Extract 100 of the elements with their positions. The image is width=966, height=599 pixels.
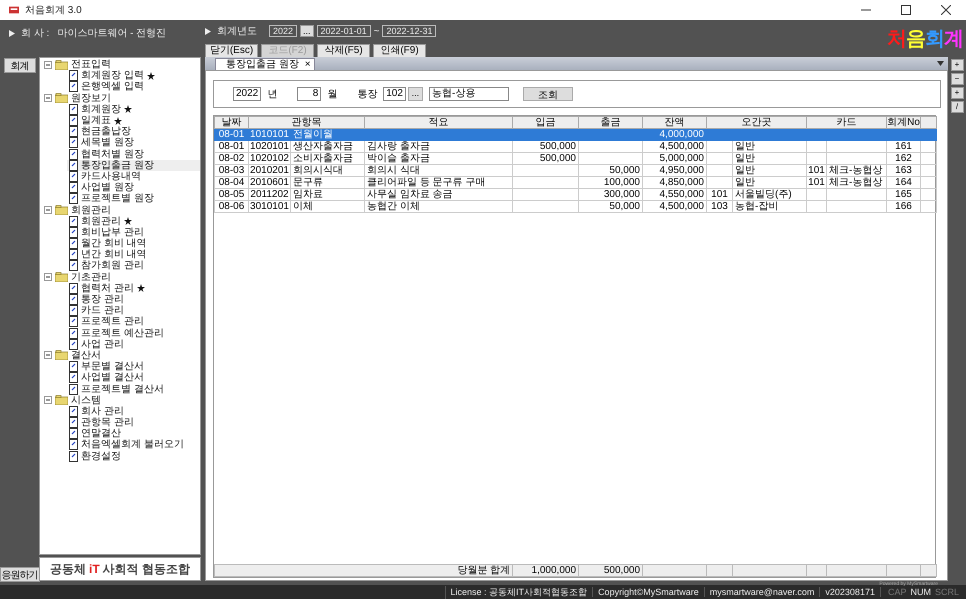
tree-item[interactable]: 회비납부 관리	[67, 226, 200, 238]
account-name-field[interactable]: 농협-상용	[428, 87, 509, 101]
document-icon	[69, 193, 78, 204]
table-cell: 162	[886, 152, 920, 164]
side-tool-button[interactable]: −	[950, 73, 964, 85]
column-header[interactable]: 회계No	[886, 116, 920, 128]
collapse-icon[interactable]	[44, 396, 52, 404]
collapse-icon[interactable]	[44, 351, 52, 360]
month-field[interactable]: 8	[297, 87, 322, 101]
star-icon	[124, 217, 132, 226]
collapse-icon[interactable]	[44, 60, 52, 69]
table-cell: 161	[886, 140, 920, 152]
range-separator: ~	[374, 26, 380, 36]
document-icon	[69, 260, 78, 272]
table-cell: 4,850,000	[642, 176, 706, 188]
column-header[interactable]: 적요	[364, 116, 512, 128]
date-field[interactable]: 2022-01-01	[316, 25, 371, 37]
column-header[interactable]: 잔액	[642, 116, 706, 128]
tree-item[interactable]: 일계표	[67, 114, 200, 126]
year-field[interactable]: 2022	[269, 25, 298, 37]
tree-category[interactable]: 시스템	[71, 394, 101, 406]
tree-item[interactable]: 월간 회비 내역	[67, 238, 200, 250]
tree-item[interactable]: 현금출납장	[67, 126, 200, 138]
tree-item[interactable]: 통장 관리	[67, 294, 200, 306]
column-header[interactable]: 출금	[578, 116, 642, 128]
tab-close-button[interactable]: ×	[304, 60, 311, 70]
year-field[interactable]: 2022	[233, 87, 262, 101]
column-header[interactable]: 날짜	[214, 116, 248, 128]
document-icon	[69, 428, 78, 440]
tree-item[interactable]: 사업별 원장	[67, 182, 200, 194]
document-tab[interactable]: 통장입출금 원장 ×	[215, 58, 315, 70]
tree-item[interactable]: 회사 관리	[67, 406, 200, 417]
column-header[interactable]: 오간곳	[706, 116, 806, 128]
collapse-icon[interactable]	[44, 94, 52, 102]
close-icon[interactable]	[941, 5, 951, 15]
tree-item[interactable]: 통장입출금 원장	[67, 160, 200, 171]
table-cell: 08-01	[214, 140, 248, 152]
tree-item[interactable]: 협력처별 원장	[67, 148, 200, 160]
tree-item[interactable]: 연말결산	[67, 428, 200, 440]
document-icon	[69, 160, 78, 171]
table-cell: 박이슬 출자금	[364, 152, 512, 164]
column-header[interactable]: 카드	[806, 116, 886, 128]
tree-item[interactable]: 프로젝트 예산관리	[67, 328, 200, 339]
side-tool-button[interactable]: /	[950, 101, 964, 113]
tree-item[interactable]: 부문별 결산서	[67, 361, 200, 372]
tree-item[interactable]: 참가회원 관리	[67, 260, 200, 272]
accounting-button[interactable]: 회계	[4, 58, 36, 73]
tree-item[interactable]: 프로젝트별 결산서	[67, 383, 200, 395]
table-cell: 500,000	[512, 140, 578, 152]
toolbar-button[interactable]: 삭제(F5)	[317, 44, 370, 58]
tree-category[interactable]: 전표입력	[71, 59, 111, 70]
star-icon	[124, 105, 132, 114]
folder-icon	[55, 350, 68, 360]
document-icon	[69, 182, 78, 194]
support-button[interactable]: 응원하기	[0, 567, 40, 582]
table-cell: 2010601	[248, 176, 290, 188]
table-cell: 농협-잡비	[732, 200, 806, 212]
total-value: 500,000	[578, 564, 643, 576]
tree-category[interactable]: 원장보기	[71, 92, 111, 104]
table-cell: 일반	[732, 164, 806, 176]
tree-category[interactable]: 결산서	[71, 350, 101, 361]
document-icon	[69, 115, 78, 126]
toolbar-button[interactable]: 닫기(Esc)	[205, 44, 258, 58]
tree-item[interactable]: 사업별 결산서	[67, 372, 200, 384]
collapse-icon[interactable]	[44, 206, 52, 214]
tree-item[interactable]: 협력처 관리	[67, 282, 200, 294]
collapse-icon[interactable]	[44, 273, 52, 282]
tree-item[interactable]: 회원관리	[67, 216, 200, 227]
toolbar-button[interactable]: 인쇄(F9)	[373, 44, 426, 58]
document-icon	[69, 226, 78, 238]
date-field[interactable]: 2022-12-31	[382, 25, 436, 37]
table-cell: 101	[806, 164, 826, 176]
search-button[interactable]: 조회	[522, 87, 573, 101]
tree-category[interactable]: 기초관리	[71, 272, 111, 283]
table-cell: 08-02	[214, 152, 248, 164]
table-cell: 50,000	[578, 200, 642, 212]
tree-item[interactable]: 사업 관리	[67, 338, 200, 350]
tree-item[interactable]: 프로젝트 관리	[67, 316, 200, 328]
tree-item[interactable]: 은행엑셀 입력	[67, 81, 200, 93]
tree-category[interactable]: 회원관리	[71, 204, 111, 216]
side-tool-button[interactable]: +	[950, 87, 964, 99]
side-tool-button[interactable]: +	[950, 59, 964, 71]
column-header[interactable]: 관항목	[248, 116, 364, 128]
account-code-field[interactable]: 102	[383, 87, 406, 101]
browse-button[interactable]: ...	[300, 25, 314, 37]
tree-item[interactable]: 회계원장	[67, 104, 200, 115]
maximize-icon[interactable]	[901, 5, 911, 15]
tree-item[interactable]: 카드사용내역	[67, 170, 200, 182]
tree-item[interactable]: 회계원장 입력	[67, 70, 200, 82]
browse-button[interactable]: ...	[408, 87, 423, 101]
table-cell: 103	[706, 200, 732, 212]
tree-item[interactable]: 환경설정	[67, 450, 200, 462]
document-icon	[69, 328, 78, 339]
tree-item[interactable]: 년간 회비 내역	[67, 249, 200, 260]
tree-item[interactable]: 관항목 관리	[67, 417, 200, 428]
tree-item[interactable]: 세목별 원장	[67, 137, 200, 148]
column-header[interactable]: 입금	[512, 116, 578, 128]
tree-item[interactable]: 프로젝트별 원장	[67, 193, 200, 204]
tree-item[interactable]: 처음엑셀회계 불러오기	[67, 439, 200, 451]
tree-item[interactable]: 카드 관리	[67, 305, 200, 316]
